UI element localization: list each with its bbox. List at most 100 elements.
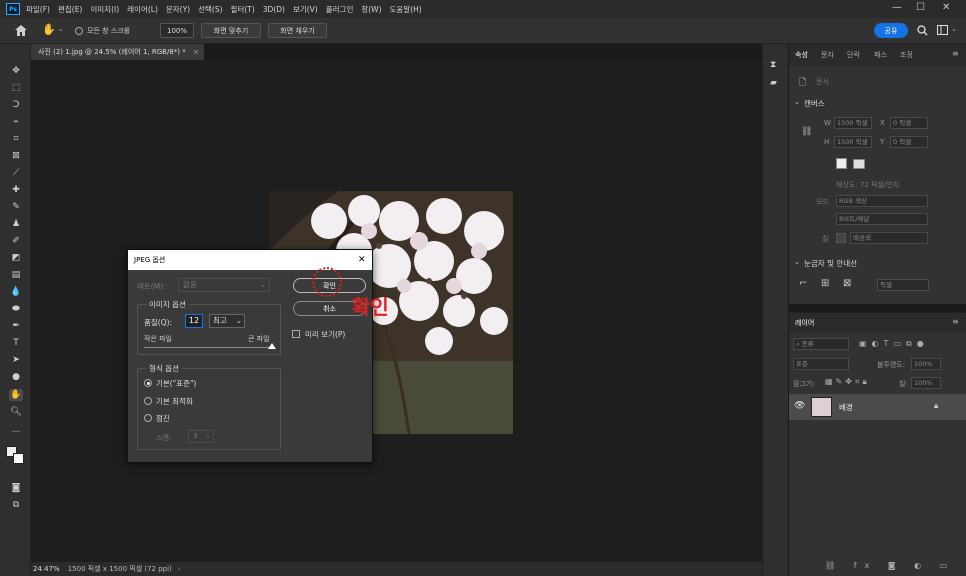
history-icon[interactable]: ⧗ [770, 60, 776, 70]
fill-select[interactable]: 배경색 [850, 232, 928, 244]
fit-screen-button[interactable]: 화면 맞추기 [201, 23, 261, 38]
matte-select[interactable]: 없음 ⌄ [178, 278, 270, 292]
gradient-tool-icon[interactable]: ▤ [9, 269, 23, 281]
menu-edit[interactable]: 편집(E) [58, 4, 82, 15]
menu-image[interactable]: 이미지(I) [90, 4, 119, 15]
quick-mask-icon[interactable]: ◙ [9, 482, 23, 494]
zoom-level[interactable]: 24.47% [33, 565, 60, 573]
menu-file[interactable]: 파일(F) [26, 4, 50, 15]
move-tool-icon[interactable]: ✥ [9, 65, 23, 77]
bit-depth-select[interactable]: 8비트/채널 [836, 213, 928, 225]
home-icon[interactable] [14, 24, 28, 37]
menu-help[interactable]: 도움말(H) [390, 4, 422, 15]
brush-tool-icon[interactable]: ✎ [9, 201, 23, 213]
x-field[interactable]: 0 픽셀 [890, 117, 928, 129]
grid-icon[interactable]: ⊞ [821, 278, 829, 289]
panel-menu-icon[interactable]: ≡ [952, 49, 959, 58]
menu-select[interactable]: 선택(S) [198, 4, 222, 15]
close-tab-icon[interactable]: × [193, 48, 199, 56]
menu-filter[interactable]: 필터(T) [231, 4, 255, 15]
zoom-field[interactable]: 100% [160, 23, 194, 38]
menu-plugins[interactable]: 플러그인 [326, 4, 354, 15]
baseline-optimized-radio[interactable] [144, 397, 152, 405]
unit-select[interactable]: 픽셀 [877, 279, 929, 291]
layers-panel-title[interactable]: 레이어 [795, 318, 814, 328]
layer-fill-field[interactable]: 100% [911, 377, 941, 389]
shape-tool-icon[interactable]: ● [9, 371, 23, 383]
preview-checkbox[interactable] [292, 330, 300, 338]
ruler-icon[interactable]: ⌐ [799, 278, 807, 289]
blend-mode-select[interactable]: 표준 [793, 358, 849, 370]
workspace-icon[interactable] [937, 25, 948, 35]
clone-stamp-tool-icon[interactable]: ♟ [9, 218, 23, 230]
object-select-tool-icon[interactable]: ⌁ [9, 116, 23, 128]
guides-icon[interactable]: ⊠ [843, 278, 851, 289]
layer-row[interactable]: 👁︎ 배경 🔒︎ [789, 394, 966, 420]
quality-preset-select[interactable]: 최고 ⌄ [209, 314, 245, 328]
type-tool-icon[interactable]: T [9, 337, 23, 349]
quality-slider-track[interactable] [144, 347, 272, 348]
quality-slider-thumb[interactable] [268, 343, 276, 349]
width-field[interactable]: 1500 픽셀 [834, 117, 872, 129]
progressive-radio[interactable] [144, 414, 152, 422]
menu-window[interactable]: 창(W) [361, 4, 381, 15]
close-icon[interactable]: ✕ [358, 255, 366, 265]
maximize-icon[interactable]: ☐ [916, 2, 925, 13]
lasso-tool-icon[interactable]: ᑐ [9, 99, 23, 111]
blur-tool-icon[interactable]: 💧 [9, 286, 23, 298]
baseline-standard-radio[interactable] [144, 379, 152, 387]
tab-properties[interactable]: 속성 [795, 50, 808, 60]
hand-tool-icon[interactable]: ✋ [9, 389, 23, 401]
scroll-all-checkbox[interactable] [75, 27, 83, 35]
background-color-swatch[interactable] [13, 453, 24, 464]
fill-screen-button[interactable]: 화면 채우기 [268, 23, 327, 38]
tab-character[interactable]: 문자 [821, 50, 834, 60]
path-select-tool-icon[interactable]: ➤ [9, 354, 23, 366]
history-brush-tool-icon[interactable]: ✐ [9, 235, 23, 247]
menu-3d[interactable]: 3D(D) [263, 5, 285, 14]
layer-filter-select[interactable]: ⌕ 종류 [793, 338, 849, 350]
close-icon[interactable]: ✕ [942, 2, 950, 13]
screen-mode-icon[interactable]: ⧉ [9, 499, 23, 511]
hand-tool-icon[interactable]: ✋ [42, 23, 56, 36]
chevron-down-icon[interactable]: ⌄ [794, 258, 800, 266]
landscape-orientation-icon[interactable] [853, 159, 865, 169]
minimize-icon[interactable]: — [892, 2, 902, 13]
menu-view[interactable]: 보기(V) [293, 4, 318, 15]
scan-select[interactable]: 3 ⌄ [188, 430, 214, 443]
visibility-eye-icon[interactable]: 👁︎ [794, 401, 805, 411]
quality-input[interactable]: 12 [185, 314, 203, 328]
chevron-right-icon[interactable]: › [178, 565, 181, 573]
comments-icon[interactable]: ▰ [770, 78, 777, 88]
link-icon[interactable]: ⛓ [801, 127, 812, 137]
menu-layer[interactable]: 레이어(L) [127, 4, 158, 15]
tab-paragraph[interactable]: 단락 [847, 50, 860, 60]
marquee-tool-icon[interactable]: ⬚ [9, 82, 23, 94]
chevron-down-icon[interactable]: ⌄ [58, 25, 64, 33]
document-tab[interactable]: 사진 (2) 1.jpg @ 24.5% (레이어 1, RGB/8*) * × [31, 44, 204, 60]
healing-brush-tool-icon[interactable]: ✚ [9, 184, 23, 196]
more-tools-icon[interactable]: … [9, 424, 23, 436]
tab-paths[interactable]: 패스 [874, 50, 887, 60]
share-button[interactable]: 공유 [874, 23, 908, 38]
layer-name[interactable]: 배경 [839, 402, 853, 413]
mode-select[interactable]: RGB 색상 [836, 195, 928, 207]
dodge-tool-icon[interactable]: ⬬ [9, 303, 23, 315]
layer-footer-icons[interactable]: ⛓ fx ◙ ◐ ▭ ⊞ 🗑︎ [825, 561, 966, 570]
y-field[interactable]: 0 픽셀 [890, 136, 928, 148]
opacity-field[interactable]: 100% [911, 358, 941, 370]
pen-tool-icon[interactable]: ✒ [9, 320, 23, 332]
fill-color-swatch[interactable] [836, 233, 846, 243]
eyedropper-tool-icon[interactable]: ⟋ [9, 167, 23, 179]
chevron-down-icon[interactable]: ⌄ [951, 25, 957, 33]
chevron-down-icon[interactable]: ⌄ [794, 98, 800, 106]
height-field[interactable]: 1500 픽셀 [834, 136, 872, 148]
zoom-tool-icon[interactable]: 🔍︎ [9, 406, 23, 418]
frame-tool-icon[interactable]: ⊠ [9, 150, 23, 162]
tab-adjustments[interactable]: 조정 [900, 50, 913, 60]
lock-icons[interactable]: ▦✎✥⌗🔒︎ [825, 377, 870, 387]
search-icon[interactable] [917, 25, 928, 36]
panel-menu-icon[interactable]: ≡ [952, 317, 959, 326]
layer-filter-icons[interactable]: ▣◐T▭⧉● [859, 339, 929, 349]
eraser-tool-icon[interactable]: ◩ [9, 252, 23, 264]
